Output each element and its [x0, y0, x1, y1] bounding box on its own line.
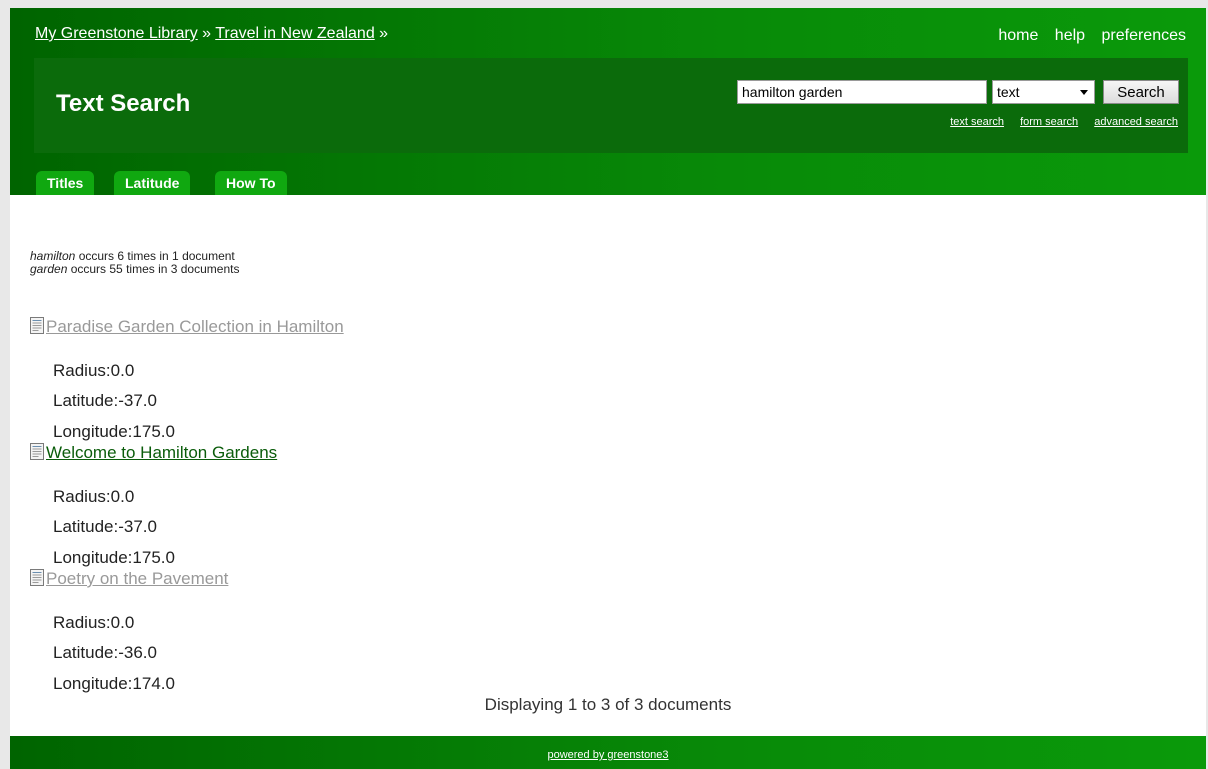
term-info: hamilton occurs 6 times in 1 document ga… — [30, 250, 239, 276]
search-field-selected: text — [997, 84, 1020, 100]
result-title: Paradise Garden Collection in Hamilton — [46, 317, 344, 336]
page: My Greenstone Library » Travel in New Ze… — [10, 8, 1206, 769]
search-input[interactable] — [737, 80, 987, 104]
search-field-select[interactable]: text — [992, 80, 1095, 104]
advanced-search-link[interactable]: advanced search — [1094, 116, 1178, 128]
footer: powered by greenstone3 — [10, 736, 1206, 769]
breadcrumb: My Greenstone Library » Travel in New Ze… — [35, 25, 388, 43]
tab-latitude[interactable]: Latitude — [114, 171, 191, 195]
title-bar: Text Search text Search text search form… — [34, 58, 1188, 153]
result-title: Poetry on the Pavement — [46, 569, 229, 588]
term: garden — [30, 262, 68, 276]
search-button[interactable]: Search — [1103, 80, 1179, 104]
breadcrumb-separator: » — [197, 25, 216, 42]
result-title-link[interactable]: Poetry on the Pavement — [30, 569, 228, 589]
result-title: Welcome to Hamilton Gardens — [46, 443, 278, 462]
chevron-down-icon — [1080, 90, 1088, 95]
document-icon — [30, 569, 44, 586]
help-link[interactable]: help — [1055, 27, 1085, 44]
result-radius: Radius:0.0 — [53, 487, 135, 506]
preferences-link[interactable]: preferences — [1102, 27, 1187, 44]
term: hamilton — [30, 249, 76, 263]
document-icon — [30, 443, 44, 460]
quick-links: home help preferences — [986, 27, 1186, 45]
powered-by-link[interactable]: powered by greenstone3 — [10, 749, 1206, 761]
breadcrumb-library-link[interactable]: My Greenstone Library — [35, 25, 198, 42]
header-bar: My Greenstone Library » Travel in New Ze… — [10, 8, 1206, 195]
form-search-link[interactable]: form search — [1020, 116, 1078, 128]
result-latitude: Latitude:-36.0 — [53, 643, 157, 662]
result-latitude: Latitude:-37.0 — [53, 391, 157, 410]
results-count: Displaying 1 to 3 of 3 documents — [484, 695, 732, 714]
result-radius: Radius:0.0 — [53, 613, 135, 632]
document-icon — [30, 317, 44, 334]
page-title: Text Search — [56, 90, 191, 117]
term-count: occurs 6 times in 1 document — [75, 249, 235, 263]
result-longitude: Longitude:175.0 — [53, 548, 175, 567]
text-search-link[interactable]: text search — [950, 116, 1004, 128]
result-latitude: Latitude:-37.0 — [53, 517, 157, 536]
tab-titles[interactable]: Titles — [36, 171, 95, 195]
breadcrumb-collection-link[interactable]: Travel in New Zealand — [215, 25, 374, 42]
tab-how-to[interactable]: How To — [215, 171, 287, 195]
result-longitude: Longitude:175.0 — [53, 422, 175, 441]
result-title-link[interactable]: Paradise Garden Collection in Hamilton — [30, 317, 344, 337]
result-title-link[interactable]: Welcome to Hamilton Gardens — [30, 443, 277, 463]
result-longitude: Longitude:174.0 — [53, 674, 175, 693]
search-type-links: text search form search advanced search — [937, 116, 1178, 128]
term-info-line: garden occurs 55 times in 3 documents — [30, 263, 239, 276]
term-count: occurs 55 times in 3 documents — [67, 262, 240, 276]
breadcrumb-separator: » — [374, 25, 389, 42]
result-radius: Radius:0.0 — [53, 361, 135, 380]
home-link[interactable]: home — [998, 27, 1038, 44]
